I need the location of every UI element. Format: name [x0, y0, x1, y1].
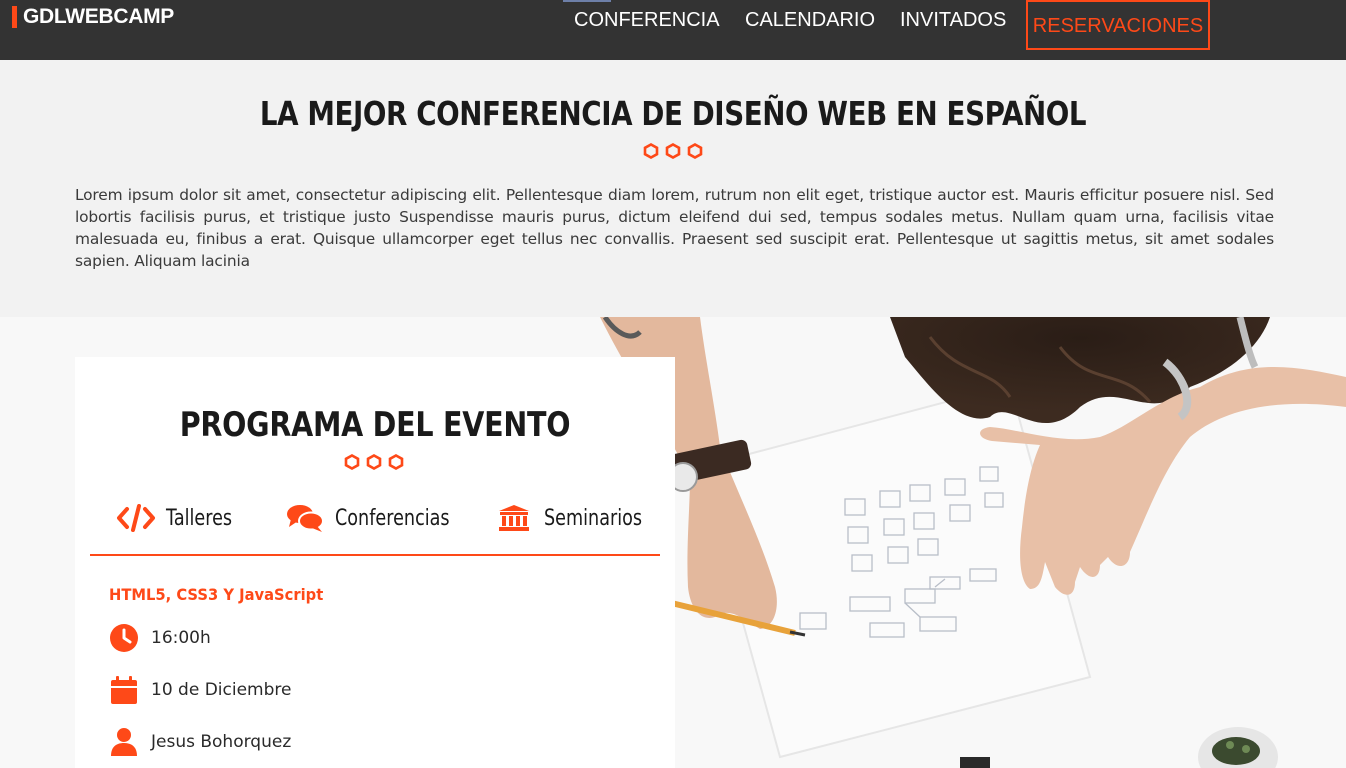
nav-hover-indicator	[563, 0, 611, 2]
tab-talleres[interactable]: Talleres	[116, 503, 249, 533]
code-icon	[116, 503, 156, 533]
site-header: GDLWEBCAMP CONFERENCIA CALENDARIO INVITA…	[0, 0, 1346, 60]
nav-link-calendario[interactable]: CALENDARIO	[745, 9, 875, 32]
clock-icon	[109, 623, 139, 653]
comments-icon	[285, 503, 325, 533]
hexagon-icon	[665, 143, 681, 159]
hexagon-icon	[388, 454, 404, 470]
event-speaker-text: Jesus Bohorquez	[151, 732, 292, 752]
event-title: HTML5, CSS3 Y JavaScript	[109, 585, 324, 604]
section-divider	[643, 143, 703, 159]
hexagon-icon	[643, 143, 659, 159]
tab-label: Seminarios	[544, 505, 643, 531]
event-time: 16:00h	[109, 623, 211, 653]
logo-text: GDLWEBCAMP	[23, 5, 174, 28]
calendar-icon	[109, 675, 139, 705]
intro-title: LA MEJOR CONFERENCIA DE DISEÑO WEB EN ES…	[259, 94, 1087, 133]
hexagon-icon	[366, 454, 382, 470]
site-logo[interactable]: GDLWEBCAMP	[12, 5, 174, 29]
hexagon-icon	[344, 454, 360, 470]
event-speaker: Jesus Bohorquez	[109, 727, 291, 757]
nav-link-reservaciones[interactable]: RESERVACIONES	[1026, 0, 1210, 50]
tab-conferencias[interactable]: Conferencias	[285, 503, 478, 533]
tab-seminarios[interactable]: Seminarios	[494, 503, 667, 533]
program-title: PROGRAMA DEL EVENTO	[179, 405, 571, 445]
tab-label: Talleres	[166, 505, 233, 531]
nav-link-conferencia[interactable]: CONFERENCIA	[574, 9, 720, 32]
program-card: PROGRAMA DEL EVENTO Talleres Conferencia…	[75, 357, 675, 768]
hexagon-icon	[687, 143, 703, 159]
event-date-text: 10 de Diciembre	[151, 680, 292, 700]
logo-accent-bar	[12, 6, 17, 28]
university-icon	[494, 503, 534, 533]
event-time-text: 16:00h	[151, 628, 211, 648]
user-icon	[109, 727, 139, 757]
tab-label: Conferencias	[335, 505, 450, 531]
event-date: 10 de Diciembre	[109, 675, 291, 705]
program-tabs: Talleres Conferencias Seminarios	[90, 497, 660, 556]
nav-link-invitados[interactable]: INVITADOS	[900, 9, 1006, 32]
intro-text: Lorem ipsum dolor sit amet, consectetur …	[75, 186, 1274, 270]
section-divider	[344, 454, 404, 470]
intro-section: LA MEJOR CONFERENCIA DE DISEÑO WEB EN ES…	[0, 60, 1346, 317]
